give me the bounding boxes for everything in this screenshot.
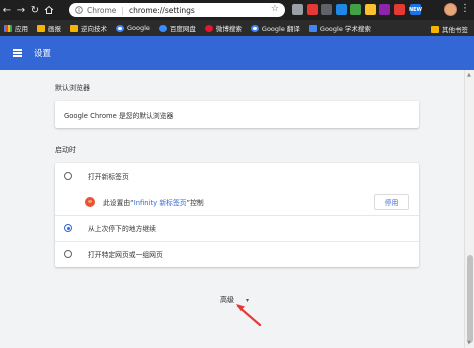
- browser-menu-icon[interactable]: ⋮: [460, 3, 470, 14]
- annotation-arrow-icon: [236, 304, 262, 327]
- apps-icon: [4, 24, 12, 32]
- settings-header: 设置: [0, 36, 474, 70]
- startup-option-continue[interactable]: 从上次停下的地方继续: [55, 215, 419, 241]
- extension-icon[interactable]: [335, 4, 347, 15]
- other-bookmarks[interactable]: 其他书签: [431, 24, 468, 34]
- folder-icon: [37, 24, 45, 32]
- back-button[interactable]: ←: [0, 0, 14, 20]
- startup-option-new-tab[interactable]: 打开新标签页: [55, 163, 419, 189]
- extension-icon[interactable]: [321, 4, 332, 15]
- default-browser-status: Google Chrome 是您的默认浏览器: [64, 111, 174, 120]
- bookmark-star-icon[interactable]: ☆: [271, 4, 279, 14]
- extension-link[interactable]: Infinity 新标签页: [134, 199, 187, 207]
- scroll-down-icon[interactable]: ▼: [467, 340, 471, 346]
- reload-icon: ↻: [30, 4, 40, 16]
- startup-option-specific-pages[interactable]: 打开特定网页或一组网页: [55, 241, 419, 267]
- bookmark-label: 微博搜索: [215, 25, 242, 33]
- bookmark-item[interactable]: Google 翻译: [250, 23, 300, 33]
- bookmark-item[interactable]: 画报: [37, 23, 61, 33]
- radio-button[interactable]: [64, 250, 72, 258]
- bookmark-label: Google 翻译: [261, 25, 300, 33]
- bookmark-label: 画报: [48, 25, 61, 33]
- extension-icon[interactable]: [292, 4, 303, 15]
- bookmark-label: 百度网盘: [169, 25, 196, 33]
- address-origin: Chrome: [87, 5, 117, 15]
- bookmark-item[interactable]: 微博搜索: [204, 23, 242, 33]
- google-icon: [250, 24, 259, 32]
- address-bar[interactable]: Chrome | chrome://settings ☆: [69, 3, 285, 17]
- back-arrow-icon: ←: [2, 4, 12, 16]
- google-icon: [116, 24, 124, 32]
- radio-button[interactable]: [64, 224, 72, 232]
- folder-icon: [431, 25, 439, 33]
- forward-arrow-icon: →: [16, 4, 26, 16]
- page-title: 设置: [34, 49, 52, 59]
- forward-button[interactable]: →: [14, 0, 28, 20]
- scrollbar[interactable]: ▲ ▼: [464, 70, 474, 348]
- new-extension-icon[interactable]: NEW: [409, 4, 422, 15]
- menu-icon[interactable]: [13, 49, 22, 57]
- default-browser-card: Google Chrome 是您的默认浏览器: [55, 101, 419, 128]
- bookmark-item[interactable]: 应用: [4, 23, 28, 33]
- bookmark-label: Google: [127, 24, 150, 32]
- info-icon: [75, 6, 83, 14]
- address-separator: |: [121, 5, 124, 15]
- browser-toolbar: ← → ↻ Chrome | chrome://settings ☆ NEW ⋮: [0, 0, 474, 20]
- default-browser-title: 默认浏览器: [55, 84, 90, 92]
- extension-notice-text: 此设置由“Infinity 新标签页”控制: [103, 199, 204, 207]
- bookmark-item[interactable]: Google: [116, 24, 150, 32]
- radio-button[interactable]: [64, 172, 72, 180]
- scholar-icon: [308, 24, 317, 32]
- extension-control-notice: ∞ 此设置由“Infinity 新标签页”控制 停用: [55, 189, 419, 215]
- startup-title: 启动时: [55, 146, 76, 154]
- bookmark-item[interactable]: 百度网盘: [158, 23, 196, 33]
- folder-icon: [70, 24, 78, 32]
- scroll-up-icon[interactable]: ▲: [467, 72, 471, 78]
- profile-avatar[interactable]: [444, 3, 457, 16]
- other-bookmarks-label: 其他书签: [442, 26, 468, 34]
- extension-icon[interactable]: [364, 4, 376, 15]
- bookmark-label: 逆向技术: [81, 25, 107, 33]
- home-button[interactable]: [42, 0, 56, 20]
- infinity-extension-icon: ∞: [85, 197, 95, 207]
- bookmark-item[interactable]: 逆向技术: [70, 23, 107, 33]
- home-icon: [44, 5, 54, 14]
- extension-icon[interactable]: [306, 4, 318, 15]
- baidu-pan-icon: [158, 24, 167, 32]
- reload-button[interactable]: ↻: [28, 0, 42, 20]
- startup-option-label: 打开特定网页或一组网页: [88, 251, 163, 259]
- disable-extension-button[interactable]: 停用: [374, 194, 409, 210]
- extension-icon[interactable]: [350, 4, 361, 15]
- startup-option-label: 打开新标签页: [88, 173, 129, 181]
- scrollbar-thumb[interactable]: [467, 255, 473, 343]
- bookmark-label: 应用: [15, 25, 28, 33]
- bookmarks-bar: 应用 画报 逆向技术 Google 百度网盘 微博搜索 Google 翻译 Go…: [0, 20, 474, 36]
- extension-icon[interactable]: [379, 4, 390, 15]
- bookmark-item[interactable]: Google 学术搜索: [308, 23, 371, 33]
- weibo-icon: [204, 24, 213, 32]
- extension-icon[interactable]: [393, 4, 405, 15]
- startup-card: 打开新标签页 ∞ 此设置由“Infinity 新标签页”控制 停用 从上次停下的…: [55, 163, 419, 267]
- startup-option-label: 从上次停下的地方继续: [88, 225, 156, 233]
- address-url: chrome://settings: [128, 5, 195, 15]
- bookmark-label: Google 学术搜索: [319, 25, 371, 33]
